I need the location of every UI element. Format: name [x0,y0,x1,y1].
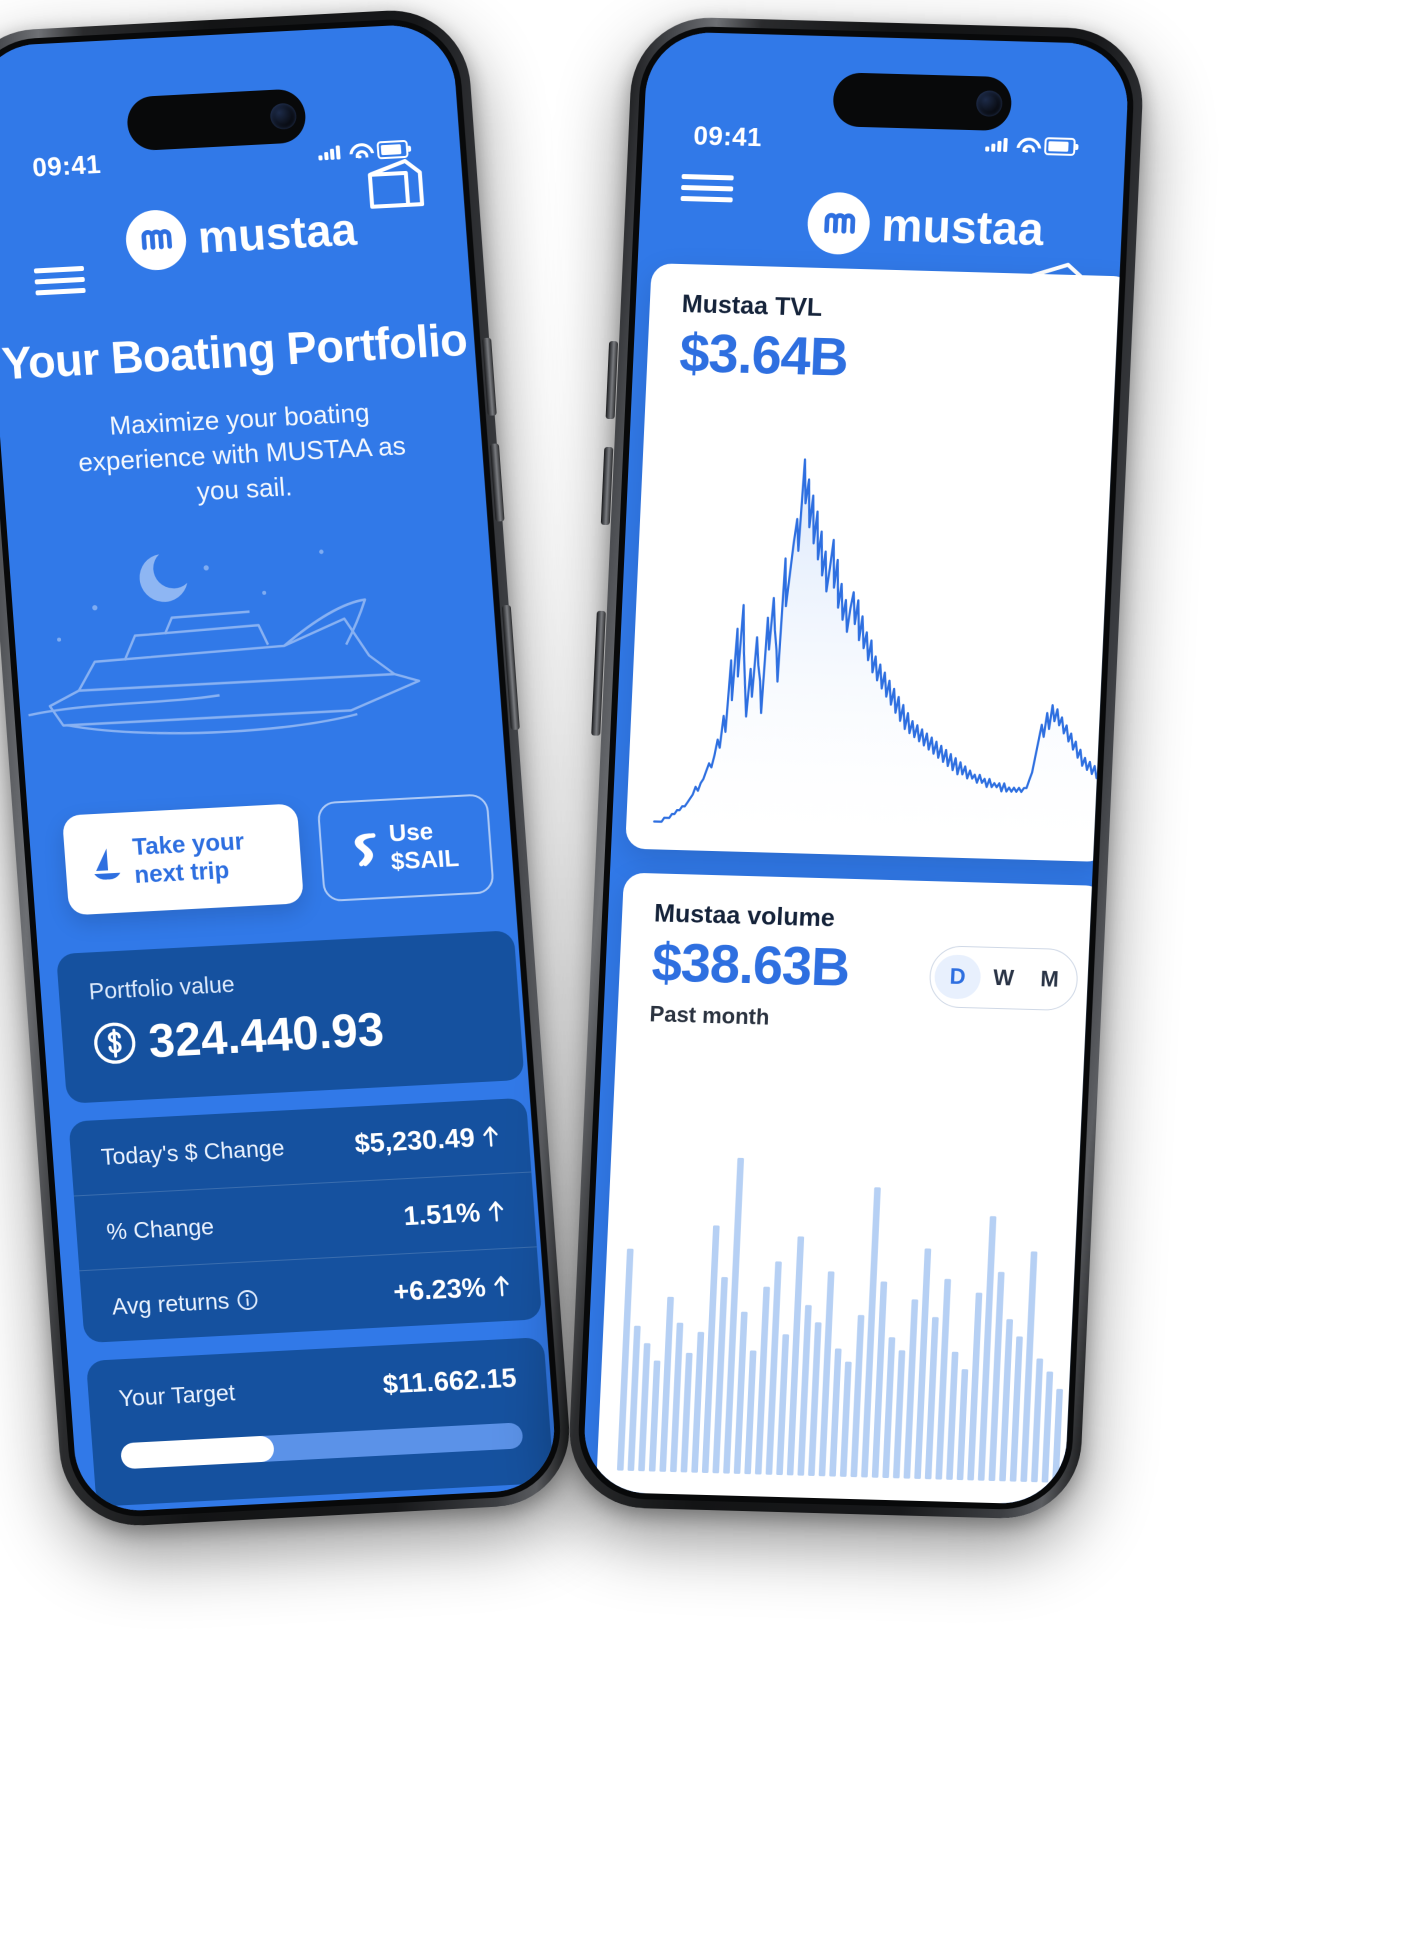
signal-bars-icon [318,144,341,161]
left-cta-row: Take your next trip Use $SAIL [61,793,495,916]
right-phone-screen: 09:41 mustaa Mustaa TVL $3.64B Mustaa vo… [581,31,1131,1505]
wifi-icon [1016,137,1036,153]
stat-label: Today's $ Change [100,1133,286,1170]
sailboat-icon [90,846,122,881]
arrow-up-icon [493,1275,511,1298]
usd-coin-icon [91,1020,138,1066]
wifi-icon [349,143,369,159]
right-brand-name: mustaa [880,198,1046,256]
stat-label: Avg returns [111,1287,231,1320]
left-phone-bezel: 09:41 mustaa Your Boating Portfolio Maxi… [0,6,575,1530]
mustaa-logo-icon [806,191,872,256]
tvl-card-label: Mustaa TVL [681,290,823,322]
stat-label: % Change [105,1212,215,1245]
range-selector[interactable]: D W M [928,945,1080,1012]
take-next-trip-button[interactable]: Take your next trip [61,803,304,916]
sail-token-icon [347,831,380,868]
portfolio-value-amount: 324.440.93 [91,1001,386,1071]
mustaa-volume-card: Mustaa volume $38.63B Past month D W M [595,872,1106,1505]
mustaa-tvl-chart [625,429,1126,846]
stat-value: 1.51% [402,1196,482,1231]
volume-card-value: $38.63B [650,932,851,998]
left-phone-mockup: 09:41 mustaa Your Boating Portfolio Maxi… [0,6,575,1530]
range-option-m[interactable]: M [1026,957,1074,1002]
target-value: $11.662.15 [381,1362,518,1400]
right-brand-logo: mustaa [806,191,1046,261]
portfolio-stats-list: Today's $ Change $5,230.49 % Change 1.51… [68,1097,543,1344]
left-phone-screen: 09:41 mustaa Your Boating Portfolio Maxi… [0,22,559,1514]
stat-value: +6.23% [392,1271,487,1307]
volume-card-label: Mustaa volume [653,899,836,933]
right-phone-mockup: 09:41 mustaa Mustaa TVL $3.64B Mustaa vo… [566,15,1146,1521]
stat-value: $5,230.49 [353,1121,476,1159]
target-card: Your Target $11.662.15 [85,1337,555,1507]
use-sail-label: Use $SAIL [387,818,460,876]
left-brand-name: mustaa [196,203,359,263]
mustaa-logo-icon [123,208,189,272]
right-dynamic-island [832,72,1013,132]
take-next-trip-label: Take your next trip [131,828,245,889]
boat-illustration [6,491,504,775]
mustaa-tvl-card: Mustaa TVL $3.64B [625,263,1131,863]
portfolio-value-card: Portfolio value 324.440.93 [56,930,525,1104]
info-circle-icon[interactable] [236,1289,259,1311]
volume-card-subtitle: Past month [649,1001,770,1030]
right-hamburger-menu-icon[interactable] [680,173,734,203]
use-sail-button[interactable]: Use $SAIL [316,793,495,903]
range-option-d[interactable]: D [933,954,982,1000]
left-status-time: 09:41 [31,148,102,183]
mustaa-volume-chart [616,1157,1063,1483]
arrow-up-icon [482,1125,500,1148]
screenshot-stage: 09:41 mustaa Your Boating Portfolio Maxi… [0,0,1416,1956]
portfolio-value-text: 324.440.93 [146,1002,386,1068]
crescent-moon-icon [139,554,188,602]
arrow-up-icon [487,1200,505,1223]
signal-bars-icon [985,136,1008,153]
left-hero-title: Your Boating Portfolio [0,314,469,390]
portfolio-value-label: Portfolio value [87,970,236,1005]
left-wallet-icon[interactable] [363,156,429,215]
battery-icon [376,139,409,159]
left-brand-logo: mustaa [123,200,359,272]
right-phone-bezel: 09:41 mustaa Mustaa TVL $3.64B Mustaa vo… [566,15,1146,1521]
tvl-card-value: $3.64B [678,323,850,388]
left-dynamic-island [125,88,308,152]
left-hamburger-menu-icon[interactable] [33,265,86,296]
target-progress-fill [120,1435,275,1470]
target-label: Your Target [117,1379,236,1412]
right-status-time: 09:41 [692,120,763,153]
target-progress-bar [120,1422,524,1470]
range-option-w[interactable]: W [980,956,1028,1001]
battery-icon [1044,136,1076,156]
